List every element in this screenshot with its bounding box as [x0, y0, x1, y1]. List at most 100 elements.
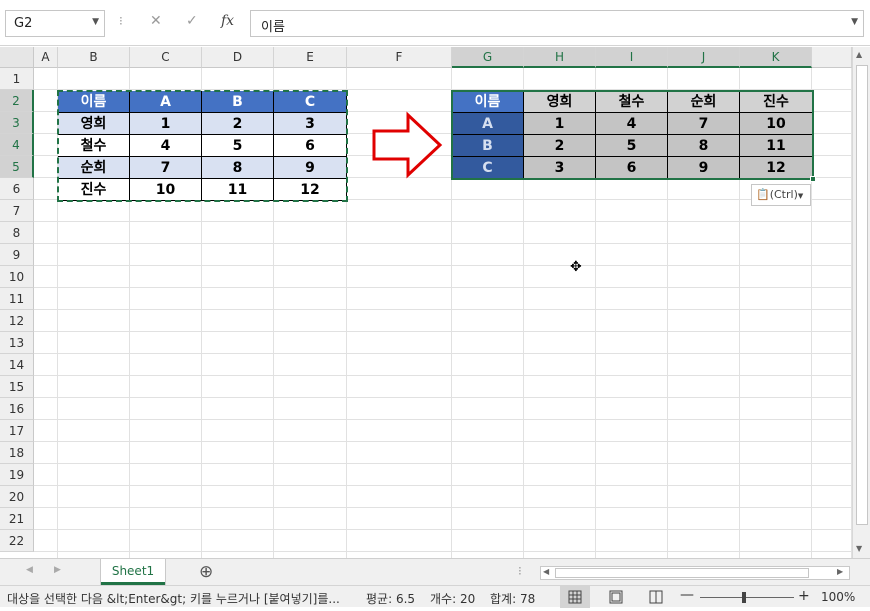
- status-average: 평균: 6.5: [366, 592, 416, 606]
- column-header-a[interactable]: A: [34, 47, 58, 68]
- row-header-11[interactable]: 11: [0, 288, 34, 310]
- red-arrow-icon: [372, 111, 443, 179]
- zoom-level[interactable]: 100%: [821, 590, 855, 604]
- copy-marquee: [57, 90, 348, 202]
- column-header-f[interactable]: F: [347, 47, 452, 68]
- column-header-h[interactable]: H: [524, 47, 596, 68]
- column-header-i[interactable]: I: [596, 47, 668, 68]
- sheet-tab-bar: ◀ ▶ Sheet1 ⊕ ⁝ ◀ ▶: [0, 558, 870, 585]
- horizontal-scrollbar[interactable]: ◀ ▶: [540, 566, 850, 580]
- gridline: [34, 419, 852, 420]
- gridline: [34, 265, 852, 266]
- scroll-up-icon[interactable]: ▲: [856, 50, 862, 59]
- row-header-13[interactable]: 13: [0, 332, 34, 354]
- row-header-14[interactable]: 14: [0, 354, 34, 376]
- scroll-left-icon[interactable]: ◀: [543, 567, 549, 576]
- clipboard-icon: 📋: [756, 188, 770, 201]
- tab-scroll-left-icon[interactable]: ◀: [26, 565, 33, 575]
- page-layout-icon: [609, 590, 623, 604]
- page-break-view-button[interactable]: [644, 586, 668, 608]
- gridline: [34, 485, 852, 486]
- row-header-22[interactable]: 22: [0, 530, 34, 552]
- column-header-d[interactable]: D: [202, 47, 274, 68]
- scroll-thumb[interactable]: [856, 65, 868, 525]
- cell-cursor-icon: ✥: [570, 259, 582, 275]
- row-header-9[interactable]: 9: [0, 244, 34, 266]
- chevron-down-icon[interactable]: ▼: [92, 17, 99, 27]
- add-sheet-icon[interactable]: ⊕: [199, 562, 213, 582]
- chevron-down-icon: ▼: [797, 192, 804, 200]
- chevron-down-icon[interactable]: ▼: [851, 17, 858, 27]
- row-header-12[interactable]: 12: [0, 310, 34, 332]
- formula-bar: G2 ▼ ⁝ ✕ ✓ fx 이름 ▼: [0, 0, 870, 46]
- row-header-2[interactable]: 2: [0, 90, 34, 112]
- column-header-k[interactable]: K: [740, 47, 812, 68]
- column-header-partial[interactable]: [812, 47, 852, 68]
- row-header-10[interactable]: 10: [0, 266, 34, 288]
- selection-border: [451, 90, 814, 180]
- vertical-scrollbar[interactable]: ▲ ▼: [852, 47, 870, 558]
- row-header-3[interactable]: 3: [0, 112, 34, 134]
- row-header-6[interactable]: 6: [0, 178, 34, 200]
- row-header-8[interactable]: 8: [0, 222, 34, 244]
- gridline: [34, 397, 852, 398]
- hscroll-thumb[interactable]: [555, 568, 809, 578]
- insert-function-button[interactable]: fx: [221, 13, 234, 29]
- name-box[interactable]: G2 ▼: [5, 10, 105, 37]
- splitter-grip-icon[interactable]: ⁝: [518, 564, 522, 578]
- column-header-b[interactable]: B: [58, 47, 130, 68]
- enter-icon[interactable]: ✓: [186, 13, 198, 29]
- paste-options-label: (Ctrl): [769, 188, 798, 201]
- gridline: [34, 221, 852, 222]
- zoom-in-icon[interactable]: +: [798, 588, 810, 604]
- row-header-19[interactable]: 19: [0, 464, 34, 486]
- tab-scroll-right-icon[interactable]: ▶: [54, 565, 61, 575]
- row-header-18[interactable]: 18: [0, 442, 34, 464]
- gridline: [34, 331, 852, 332]
- zoom-slider-thumb[interactable]: [742, 592, 746, 603]
- gridline: [34, 529, 852, 530]
- column-header-e[interactable]: E: [274, 47, 347, 68]
- column-header-j[interactable]: J: [668, 47, 740, 68]
- column-header-g[interactable]: G: [452, 47, 524, 68]
- status-count: 개수: 20: [430, 592, 476, 606]
- row-header-4[interactable]: 4: [0, 134, 34, 156]
- row-header-16[interactable]: 16: [0, 398, 34, 420]
- row-header-15[interactable]: 15: [0, 376, 34, 398]
- status-sum: 합계: 78: [490, 592, 536, 606]
- row-header-17[interactable]: 17: [0, 420, 34, 442]
- zoom-slider[interactable]: [700, 597, 794, 598]
- name-box-value: G2: [14, 16, 33, 31]
- gridline: [34, 441, 852, 442]
- column-header-c[interactable]: C: [130, 47, 202, 68]
- gridline: [34, 243, 852, 244]
- formula-input[interactable]: 이름 ▼: [250, 10, 864, 37]
- row-header-1[interactable]: 1: [0, 68, 34, 90]
- gridline: [34, 309, 852, 310]
- scroll-down-icon[interactable]: ▼: [856, 544, 862, 553]
- gridline: [34, 287, 852, 288]
- row-header-5[interactable]: 5: [0, 156, 34, 178]
- tab-sheet1[interactable]: Sheet1: [101, 559, 165, 585]
- page-layout-view-button[interactable]: [604, 586, 628, 608]
- zoom-out-icon[interactable]: —: [680, 587, 694, 603]
- status-message: 대상을 선택한 다음 &lt;Enter&gt; 키를 누르거나 [붙여넣기]를…: [7, 592, 340, 606]
- row-header-21[interactable]: 21: [0, 508, 34, 530]
- normal-view-button[interactable]: [560, 586, 590, 608]
- gridline: [34, 375, 852, 376]
- gridline: [34, 551, 852, 552]
- status-bar: 대상을 선택한 다음 &lt;Enter&gt; 키를 누르거나 [붙여넣기]를…: [0, 585, 870, 608]
- fill-handle[interactable]: [810, 176, 816, 182]
- gridline: [34, 463, 852, 464]
- worksheet-grid[interactable]: ABCDEFGHIJK 1 2 3 4 5 6 7 8 9 10 11 12 13 14 15 16 17 18 1…: [0, 47, 852, 558]
- formula-value: 이름: [261, 20, 285, 35]
- normal-view-icon: [568, 590, 582, 604]
- scroll-right-icon[interactable]: ▶: [837, 567, 843, 576]
- row-header-7[interactable]: 7: [0, 200, 34, 222]
- gridline: [34, 353, 852, 354]
- paste-options-button[interactable]: 📋(Ctrl)▼: [751, 184, 811, 206]
- row-header-20[interactable]: 20: [0, 486, 34, 508]
- cancel-icon[interactable]: ✕: [150, 13, 162, 29]
- select-all-corner[interactable]: [0, 47, 34, 68]
- formula-bar-grip-icon: ⁝: [119, 14, 123, 28]
